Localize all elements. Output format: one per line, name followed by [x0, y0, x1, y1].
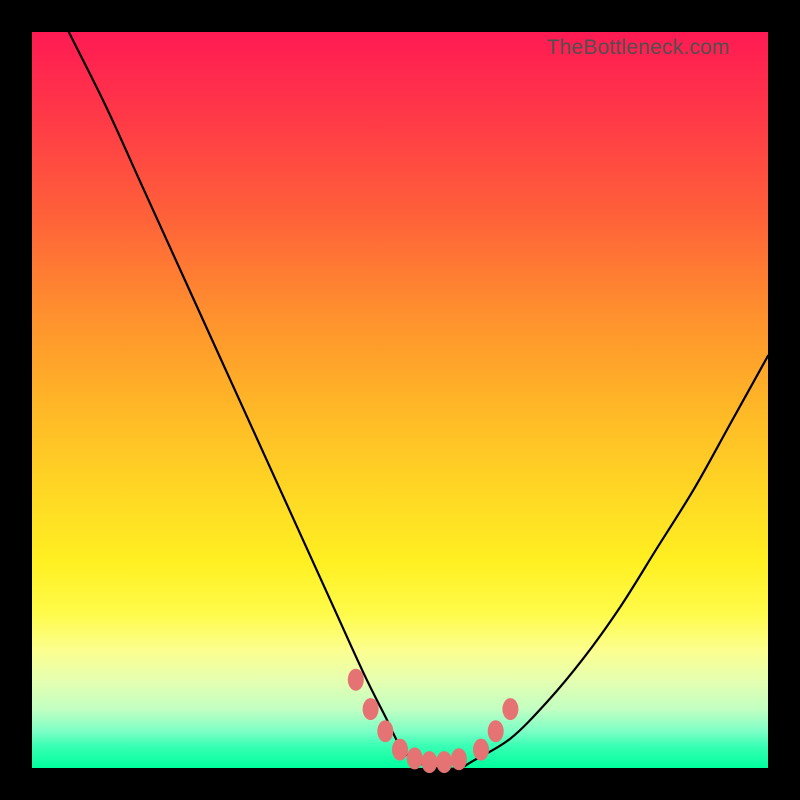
curve-bead: [407, 747, 423, 769]
chart-frame: TheBottleneck.com: [0, 0, 800, 800]
curve-bead: [377, 720, 393, 742]
chart-plot-area: TheBottleneck.com: [32, 32, 768, 768]
curve-bead: [488, 720, 504, 742]
curve-bead: [502, 698, 518, 720]
curve-bead: [451, 748, 467, 770]
bead-group: [348, 669, 519, 773]
curve-bead: [421, 751, 437, 773]
curve-bead: [473, 739, 489, 761]
chart-svg: [32, 32, 768, 768]
bottleneck-curve: [69, 32, 768, 769]
curve-bead: [363, 698, 379, 720]
curve-bead: [348, 669, 364, 691]
curve-bead: [436, 751, 452, 773]
curve-bead: [392, 739, 408, 761]
